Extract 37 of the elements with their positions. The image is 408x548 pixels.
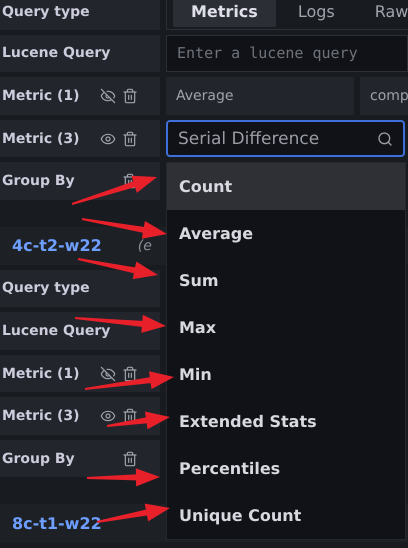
menu-option[interactable]: Sum — [167, 257, 405, 304]
metric-search-field[interactable]: Serial Difference — [166, 120, 405, 158]
trash-icon[interactable] — [122, 130, 138, 147]
menu-option[interactable]: Unique Count — [167, 492, 405, 539]
row-label: Query type — [0, 0, 160, 30]
row-label: Group By — [0, 162, 160, 200]
row-label: Metric (1) — [0, 354, 160, 392]
tab[interactable]: Raw — [356, 0, 408, 27]
menu-option[interactable]: Percentiles — [167, 445, 405, 492]
eye-off-icon[interactable] — [100, 88, 116, 104]
trash-icon[interactable] — [122, 450, 138, 467]
tab[interactable]: Logs — [280, 0, 353, 27]
menu-option[interactable]: Count — [167, 163, 405, 210]
query-name[interactable]: 4c-t2-w22 — [12, 236, 102, 256]
tab[interactable]: Metrics — [173, 0, 276, 27]
menu-option[interactable]: Average — [167, 210, 405, 257]
row-label: Metric (3) — [0, 397, 160, 435]
row-label: Group By — [0, 440, 160, 478]
row-label: Lucene Query — [0, 34, 160, 72]
trash-icon[interactable] — [122, 88, 138, 104]
eye-off-icon[interactable] — [100, 366, 116, 382]
row-label: Query type — [0, 270, 160, 308]
datasource-name: (e — [138, 238, 152, 254]
search-icon — [377, 130, 393, 147]
menu-option[interactable]: Extended Stats — [167, 398, 405, 445]
row-label: Metric (1) — [0, 77, 160, 115]
trash-icon[interactable] — [122, 366, 138, 382]
metric-field[interactable]: Average — [166, 77, 354, 115]
row-label: Metric (3) — [0, 120, 160, 158]
lucene-query-field[interactable]: Enter a lucene query — [166, 34, 408, 72]
query-name[interactable]: 8c-t1-w22 — [12, 514, 102, 533]
menu-option[interactable]: Max — [167, 304, 405, 351]
menu-option[interactable]: Min — [167, 351, 405, 398]
annotation-arrow — [106, 411, 170, 430]
row-label: Lucene Query — [0, 312, 160, 350]
metric-field[interactable]: comp — [360, 77, 408, 115]
trash-icon[interactable] — [122, 408, 138, 424]
